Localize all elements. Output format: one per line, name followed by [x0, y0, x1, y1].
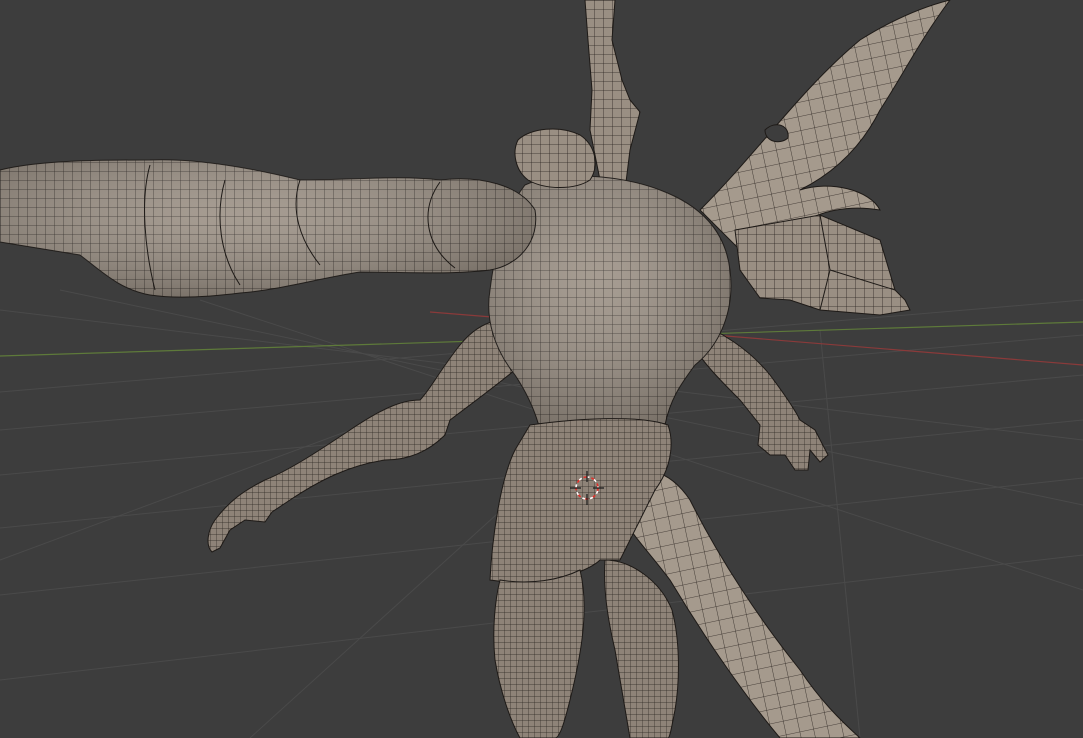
creature-mesh[interactable] [0, 0, 951, 738]
head[interactable] [514, 128, 596, 188]
right-leg[interactable] [604, 559, 679, 738]
viewport-canvas[interactable] [0, 0, 1083, 738]
left-leg[interactable] [493, 569, 585, 738]
wing-blade-hole [764, 124, 789, 143]
left-arm[interactable] [207, 318, 541, 553]
3d-viewport[interactable] [0, 0, 1083, 738]
wing-blade[interactable] [699, 0, 951, 251]
shorts[interactable] [489, 418, 672, 586]
